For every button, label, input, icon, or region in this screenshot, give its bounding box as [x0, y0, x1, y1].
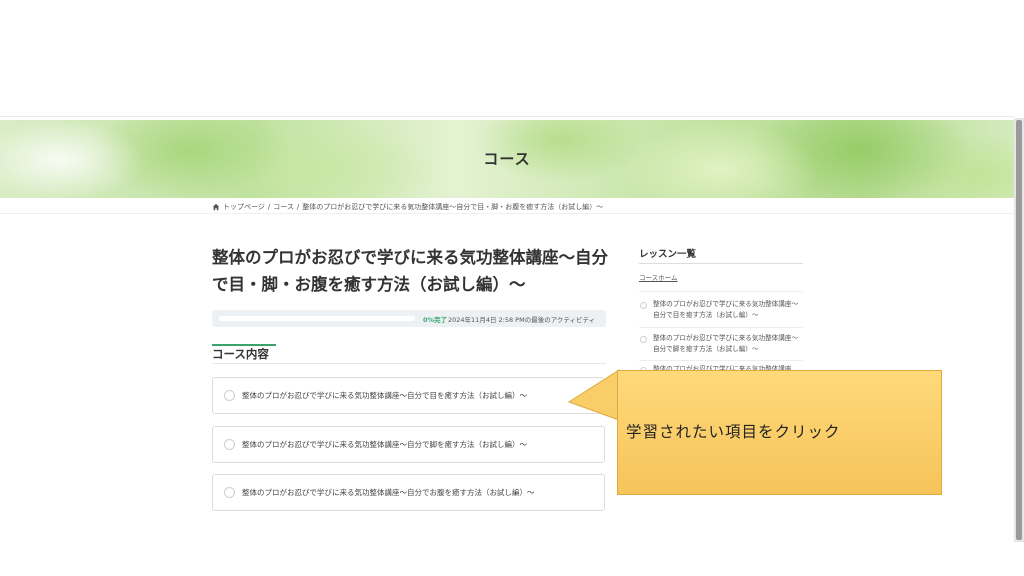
breadcrumb-separator: /	[296, 203, 300, 211]
course-home-link[interactable]: コースホーム	[639, 272, 677, 282]
lesson-title: 整体のプロがお忍びで学びに来る気功整体講座〜自分で脚を癒す方法（お試し編）〜	[242, 440, 527, 449]
breadcrumb-current: 整体のプロがお忍びで学びに来る気功整体講座〜自分で目・脚・お腹を癒す方法（お試し…	[302, 203, 604, 211]
lesson-item-legs[interactable]: 整体のプロがお忍びで学びに来る気功整体講座〜自分で脚を癒す方法（お試し編）〜	[212, 426, 605, 463]
sidebar-lesson-title: 整体のプロがお忍びで学びに来る気功整体講座〜自分で脚を癒す方法（お試し編）〜	[653, 334, 799, 353]
lesson-title: 整体のプロがお忍びで学びに来る気功整体講座〜自分でお腹を癒す方法（お試し編）〜	[242, 488, 535, 497]
home-icon	[212, 203, 220, 211]
divider	[639, 360, 803, 361]
divider	[639, 263, 803, 264]
incomplete-circle-icon	[224, 487, 235, 498]
divider	[639, 327, 803, 328]
sidebar-lesson-eyes[interactable]: 整体のプロがお忍びで学びに来る気功整体講座〜自分で目を癒す方法（お試し編）〜	[639, 299, 809, 323]
incomplete-circle-icon	[224, 390, 235, 401]
page-title: コース	[483, 150, 531, 168]
incomplete-circle-icon	[640, 336, 647, 343]
incomplete-circle-icon	[640, 302, 647, 309]
scrollbar-thumb[interactable]	[1016, 120, 1022, 540]
screen: コース トップページ / コース / 整体のプロがお忍びで学びに来る気功整体講座…	[0, 0, 1024, 576]
lesson-title: 整体のプロがお忍びで学びに来る気功整体講座〜自分で目を癒す方法（お試し編）〜	[242, 391, 527, 400]
course-title: 整体のプロがお忍びで学びに来る気功整体講座〜自分で目・脚・お腹を癒す方法（お試し…	[212, 248, 608, 294]
callout-text: 学習されたい項目をクリック	[626, 423, 841, 441]
breadcrumb-course-link[interactable]: コース	[273, 202, 294, 212]
sidebar-lesson-legs[interactable]: 整体のプロがお忍びで学びに来る気功整体講座〜自分で脚を癒す方法（お試し編）〜	[639, 333, 809, 357]
sidebar-lesson-title: 整体のプロがお忍びで学びに来る気功整体講座〜自分で目を癒す方法（お試し編）〜	[653, 300, 799, 319]
course-progress: 0%完了 2024年11月4日 2:58 PMの最後のアクティビティ	[212, 310, 606, 327]
lesson-item-belly[interactable]: 整体のプロがお忍びで学びに来る気功整体講座〜自分でお腹を癒す方法（お試し編）〜	[212, 474, 605, 511]
course-content-heading: コース内容	[212, 347, 269, 361]
progress-bar	[219, 316, 415, 321]
last-activity-text: 2024年11月4日 2:58 PMの最後のアクティビティ	[448, 316, 596, 324]
progress-percent-label: 0%完了	[423, 316, 448, 324]
breadcrumb: トップページ / コース / 整体のプロがお忍びで学びに来る気功整体講座〜自分で…	[212, 202, 603, 212]
lesson-list-heading: レッスン一覧	[639, 249, 697, 260]
divider	[639, 291, 803, 292]
divider	[0, 213, 1014, 214]
breadcrumb-separator: /	[267, 203, 271, 211]
incomplete-circle-icon	[224, 439, 235, 450]
lesson-item-eyes[interactable]: 整体のプロがお忍びで学びに来る気功整体講座〜自分で目を癒す方法（お試し編）〜	[212, 377, 605, 414]
callout-pointer	[567, 369, 621, 421]
divider	[212, 363, 606, 364]
breadcrumb-home-link[interactable]: トップページ	[223, 202, 265, 212]
